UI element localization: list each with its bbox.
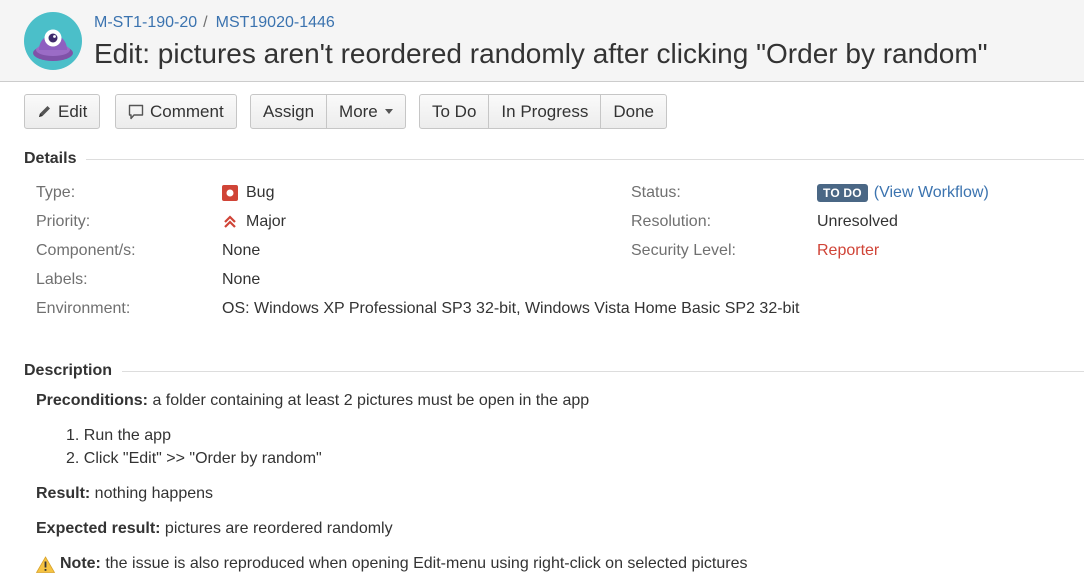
security-level-value[interactable]: Reporter [817,242,879,260]
priority-value: Major [222,213,286,231]
details-heading-label: Details [24,150,77,167]
result-text: nothing happens [90,485,214,502]
result-label: Result: [36,485,91,502]
pencil-icon [39,106,50,117]
done-button[interactable]: Done [601,95,666,128]
environment-value: OS: Windows XP Professional SP3 32-bit, … [222,300,800,317]
step-item: 1. Run the app [66,427,171,444]
comment-icon [128,104,144,119]
preconditions-label: Preconditions: [36,392,149,409]
description-heading-label: Description [24,362,113,379]
type-label: Type: [36,184,76,201]
assign-more-group: Assign More [250,94,406,129]
to-do-button[interactable]: To Do [420,95,490,128]
expected-result-paragraph: Expected result: pictures are reordered … [36,520,393,538]
warning-icon [36,555,55,573]
description-divider [122,370,1084,372]
in-progress-button-label: In Progress [501,101,589,121]
environment-label: Environment: [36,300,131,317]
result-paragraph: Result: nothing happens [36,485,213,503]
view-workflow-close-paren: ) [983,184,989,201]
status-lozenge: TO DO [817,184,868,202]
components-label: Component/s: [36,242,136,259]
note-text: the issue is also reproduced when openin… [100,555,748,572]
edit-button-label: Edit [58,101,88,121]
status-label: Status: [631,184,681,201]
breadcrumb-issue-key-link[interactable]: MST19020-1446 [216,14,335,31]
breadcrumb-project-link[interactable]: M-ST1-190-20 [94,14,197,31]
details-heading[interactable]: Details [24,150,1084,168]
note-paragraph: Note: the issue is also reproduced when … [36,555,747,573]
comment-button-label: Comment [150,101,224,121]
more-button[interactable]: More [327,95,405,128]
breadcrumb: M-ST1-190-20 / MST19020-1446 [94,14,335,32]
components-value: None [222,242,261,259]
status-value: TO DO (View Workflow) [817,184,989,202]
to-do-button-label: To Do [432,101,477,121]
resolution-value: Unresolved [817,213,898,230]
in-progress-button[interactable]: In Progress [489,95,602,128]
more-button-label: More [339,101,378,121]
assign-button-label: Assign [263,101,315,121]
project-avatar-icon[interactable] [24,12,82,70]
breadcrumb-separator: / [203,14,208,31]
chevron-down-icon [384,109,393,114]
note-label: Note: [60,555,101,572]
description-heading[interactable]: Description [24,362,1084,380]
expected-result-label: Expected result: [36,520,161,537]
resolution-label: Resolution: [631,213,712,230]
comment-group: Comment [115,94,237,129]
type-value: Bug [222,184,274,202]
priority-value-text: Major [246,213,287,230]
workflow-transitions-group: To Do In Progress Done [419,94,667,129]
edit-group: Edit [24,94,101,129]
issue-header: M-ST1-190-20 / MST19020-1446 Edit: picture… [0,0,1084,82]
done-button-label: Done [613,101,654,121]
preconditions-paragraph: Preconditions: a folder containing at le… [36,392,589,410]
edit-button[interactable]: Edit [25,95,99,128]
labels-value: None [222,271,261,288]
step-item: 2. Click "Edit" >> "Order by random" [66,450,322,467]
bug-icon [222,185,238,201]
details-divider [86,158,1084,160]
security-level-label: Security Level: [631,242,736,259]
expected-result-text: pictures are reordered randomly [160,520,393,537]
comment-button[interactable]: Comment [116,95,236,128]
labels-label: Labels: [36,271,88,288]
major-priority-icon [224,215,236,228]
issue-title[interactable]: Edit: pictures aren't reordered randomly… [94,38,988,70]
view-workflow-link[interactable]: View Workflow [879,184,983,202]
priority-label: Priority: [36,213,91,230]
assign-button[interactable]: Assign [251,95,328,128]
preconditions-text: a folder containing at least 2 pictures … [148,392,590,409]
type-value-text: Bug [246,184,275,201]
